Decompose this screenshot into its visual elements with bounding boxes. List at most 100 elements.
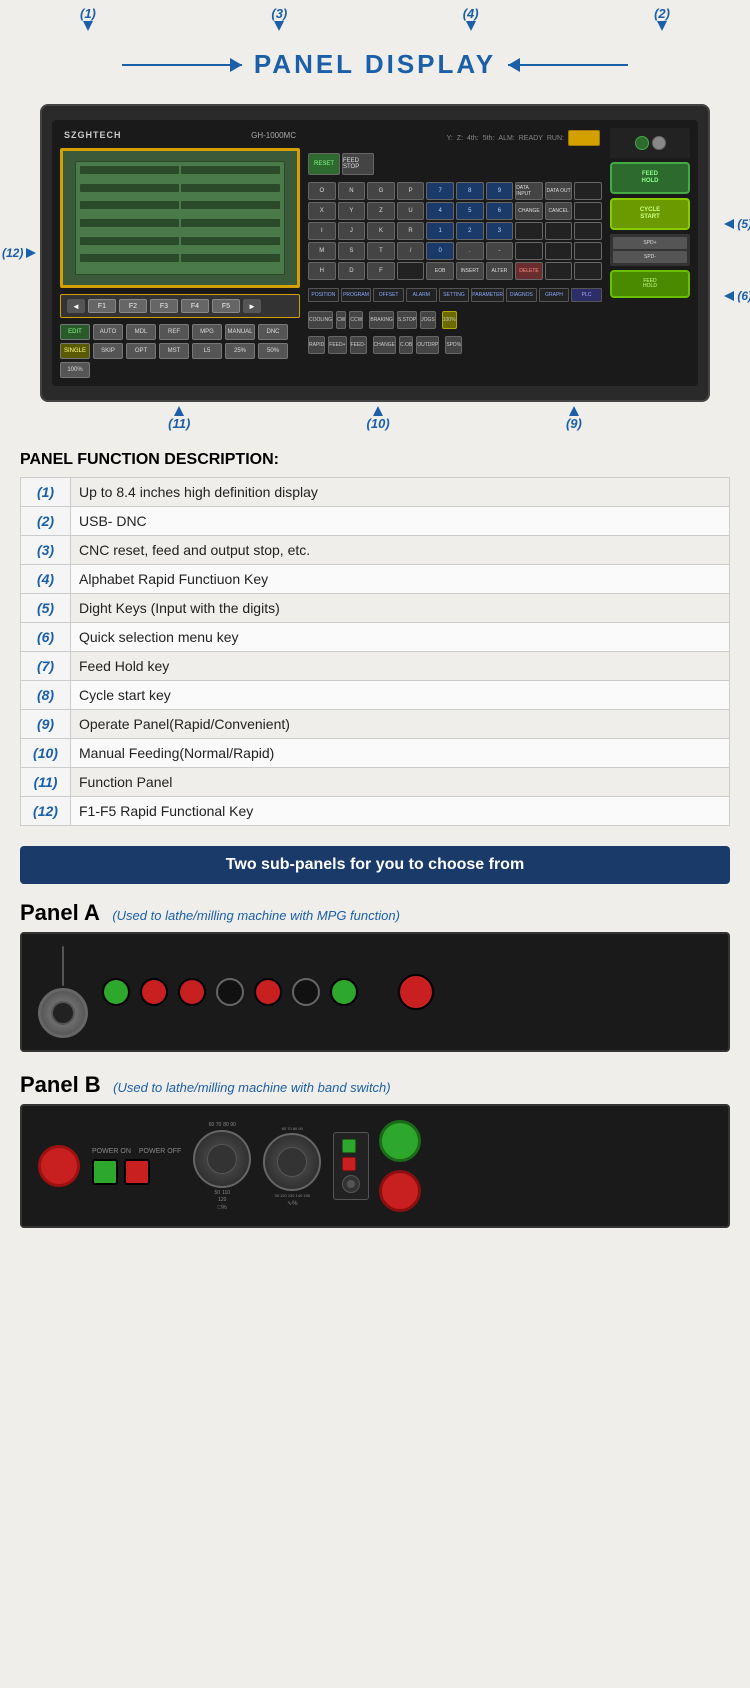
key-d[interactable]: D (338, 262, 366, 280)
key-dot[interactable]: . (456, 242, 484, 260)
manual-btn[interactable]: MANUAL (225, 324, 255, 340)
key-s[interactable]: S (338, 242, 366, 260)
panel-a-red3[interactable] (254, 978, 282, 1006)
dnc-btn[interactable]: DNC (258, 324, 288, 340)
key-u[interactable]: U (397, 202, 425, 220)
key-j[interactable]: J (338, 222, 366, 240)
key-g[interactable]: G (367, 182, 395, 200)
auto-btn[interactable]: AUTO (93, 324, 123, 340)
key-insert[interactable]: INSERT (456, 262, 484, 280)
spd-minus[interactable]: SPD- (613, 251, 687, 263)
mdl-btn[interactable]: MDL (126, 324, 156, 340)
feed-hold-button[interactable]: FEEDHOLD (610, 162, 690, 194)
panel-b-estop[interactable] (38, 1145, 80, 1187)
skip-btn[interactable]: SKIP (93, 343, 123, 359)
key-eob[interactable]: EOB (426, 262, 454, 280)
key-3[interactable]: 3 (486, 222, 514, 240)
fkey-f5[interactable]: F5 (212, 299, 240, 313)
panel-a-green1[interactable] (102, 978, 130, 1006)
fkey-f3[interactable]: F3 (150, 299, 178, 313)
l100-btn[interactable]: 100% (60, 362, 90, 378)
reset-key[interactable]: RESET (308, 153, 340, 175)
op-rapid2[interactable]: RAPID (308, 336, 325, 354)
op-feed[interactable]: FEED+ (328, 336, 346, 354)
feed-stop-key[interactable]: FEED STOP (342, 153, 374, 175)
panel-a-red2[interactable] (178, 978, 206, 1006)
key-7[interactable]: 7 (426, 182, 454, 200)
power-off-btn[interactable] (124, 1159, 150, 1185)
key-change[interactable]: CHANGE (515, 202, 543, 220)
edit-btn[interactable]: EDIT (60, 324, 90, 340)
op-feed2[interactable]: FEED- (350, 336, 367, 354)
key-i[interactable]: I (308, 222, 336, 240)
key-k[interactable]: K (367, 222, 395, 240)
op-change2[interactable]: CHANGE (373, 336, 396, 354)
key-9[interactable]: 9 (486, 182, 514, 200)
menu-offset[interactable]: OFFSET (373, 288, 404, 302)
feedhold-main[interactable]: FEEDHOLD (610, 270, 690, 298)
key-6[interactable]: 6 (486, 202, 514, 220)
power-on-btn[interactable] (92, 1159, 118, 1185)
key-2[interactable]: 2 (456, 222, 484, 240)
op-spd[interactable]: SPD% (445, 336, 462, 354)
key-t[interactable]: T (367, 242, 395, 260)
fkey-f1[interactable]: F1 (88, 299, 116, 313)
key-delete[interactable]: DELETE (515, 262, 543, 280)
fkey-right-arrow[interactable]: ► (243, 299, 261, 313)
key-data-output[interactable]: DATA OUT (545, 182, 573, 200)
key-data-input[interactable]: DATA INPUT (515, 182, 543, 200)
key-o[interactable]: O (308, 182, 336, 200)
panel-a-estop[interactable] (398, 974, 434, 1010)
usb-button[interactable] (568, 130, 600, 146)
fkey-left-arrow[interactable]: ◄ (67, 299, 85, 313)
key-1[interactable]: 1 (426, 222, 454, 240)
menu-setting[interactable]: SETTING (439, 288, 470, 302)
op-cw[interactable]: CW (336, 311, 346, 329)
key-cancel[interactable]: CANCEL (545, 202, 573, 220)
spd-plus[interactable]: SPD+ (613, 237, 687, 249)
single-btn[interactable]: SINGLE (60, 343, 90, 359)
cycle-start-button[interactable]: CYCLESTART (610, 198, 690, 230)
op-outdrp[interactable]: OUTDRP (416, 336, 439, 354)
panel-a-green2[interactable] (330, 978, 358, 1006)
op-broking[interactable]: BRAKING (369, 311, 394, 329)
panel-a-red1[interactable] (140, 978, 168, 1006)
op-cob[interactable]: C.OB (399, 336, 413, 354)
key-5[interactable]: 5 (456, 202, 484, 220)
menu-position[interactable]: POSITION (308, 288, 339, 302)
l50-btn[interactable]: 50% (258, 343, 288, 359)
menu-diagnos[interactable]: DIAGNOS (506, 288, 537, 302)
key-minus[interactable]: - (486, 242, 514, 260)
key-z[interactable]: Z (367, 202, 395, 220)
key-m[interactable]: M (308, 242, 336, 260)
op-ccw[interactable]: CCW (349, 311, 363, 329)
key-0[interactable]: 0 (426, 242, 454, 260)
mpg-btn[interactable]: MPG (192, 324, 222, 340)
menu-alarm[interactable]: ALARM (406, 288, 437, 302)
key-x[interactable]: X (308, 202, 336, 220)
op-cooling[interactable]: COOLING (308, 311, 333, 329)
key-n[interactable]: N (338, 182, 366, 200)
dial-1[interactable] (193, 1130, 251, 1188)
menu-program[interactable]: PROGRAM (341, 288, 372, 302)
menu-graph[interactable]: GRAPH (539, 288, 570, 302)
key-8[interactable]: 8 (456, 182, 484, 200)
key-p[interactable]: P (397, 182, 425, 200)
panel-a-black1[interactable] (216, 978, 244, 1006)
fkey-f4[interactable]: F4 (181, 299, 209, 313)
menu-plc[interactable]: PLC (571, 288, 602, 302)
panel-b-green-btn[interactable] (379, 1120, 421, 1162)
l25-btn[interactable]: 25% (225, 343, 255, 359)
key-alter[interactable]: ALTER (486, 262, 514, 280)
opt-btn[interactable]: OPT (126, 343, 156, 359)
dial-2[interactable] (263, 1133, 321, 1191)
op-jogs[interactable]: JOGS (420, 311, 436, 329)
ref-btn[interactable]: REF (159, 324, 189, 340)
key-4[interactable]: 4 (426, 202, 454, 220)
mst-btn[interactable]: MST (159, 343, 189, 359)
fkey-f2[interactable]: F2 (119, 299, 147, 313)
menu-parameter[interactable]: PARAMETER (471, 288, 504, 302)
l5-btn[interactable]: L5 (192, 343, 222, 359)
key-slash[interactable]: / (397, 242, 425, 260)
key-h[interactable]: H (308, 262, 336, 280)
